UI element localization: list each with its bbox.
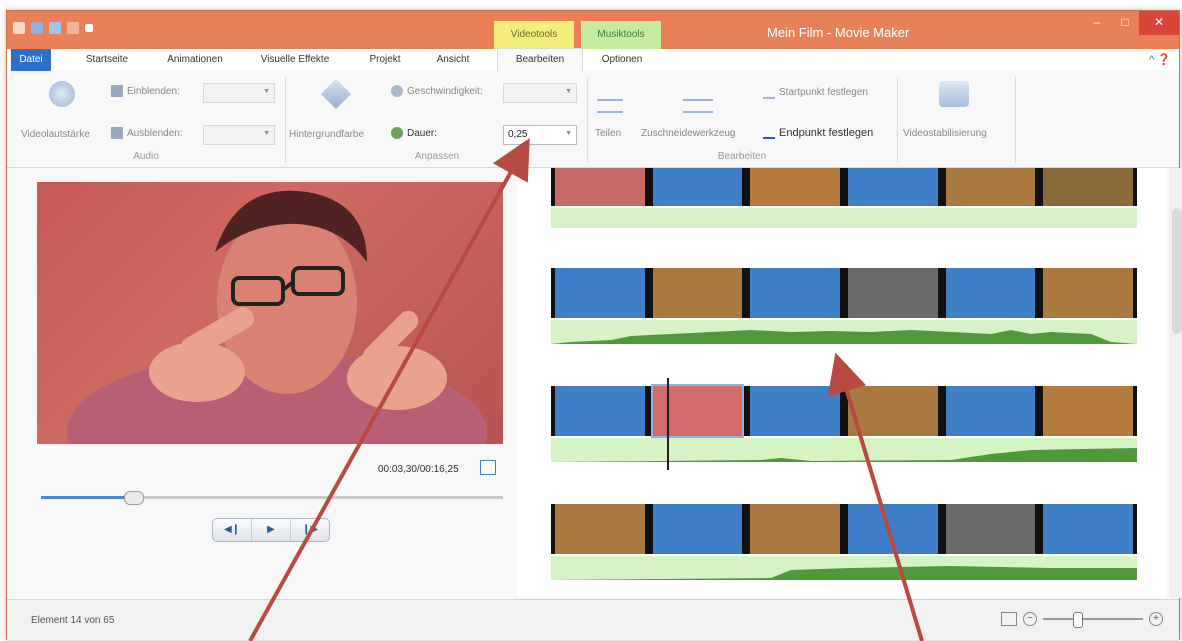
annotation-arrows [248,138,924,641]
arrow-to-duration [248,138,530,641]
movie-maker-app: Videotools Musiktools Mein Film - Movie … [0,0,1182,641]
arrow-to-storyboard [827,352,924,641]
